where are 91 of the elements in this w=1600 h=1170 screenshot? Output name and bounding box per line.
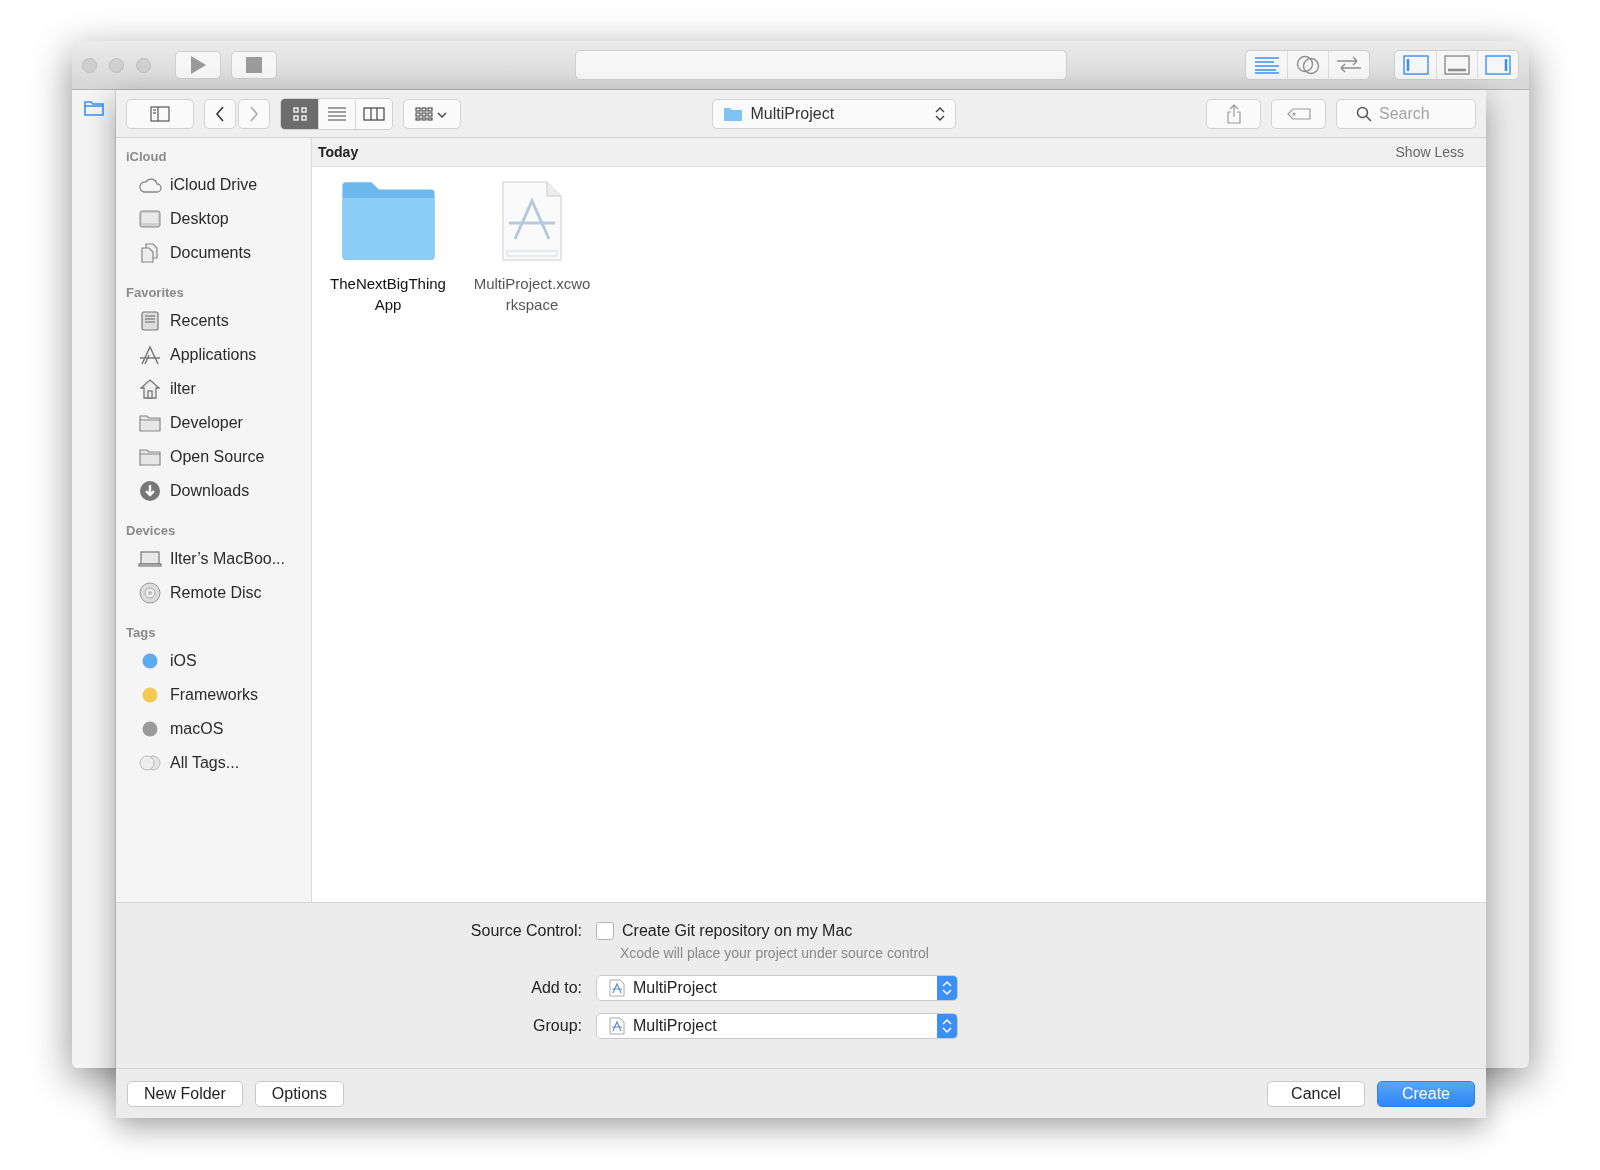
panel-icon bbox=[1402, 55, 1429, 75]
panel-icon bbox=[1485, 55, 1511, 75]
grid-icon bbox=[292, 106, 307, 121]
sidebar-section-title: iCloud bbox=[125, 148, 168, 166]
disc-icon bbox=[139, 582, 161, 604]
arrange-button[interactable] bbox=[403, 98, 461, 129]
workspace-file-icon[interactable] bbox=[501, 181, 563, 261]
sidebar-item[interactable]: Downloads bbox=[116, 474, 311, 508]
tags-icon bbox=[139, 755, 161, 771]
play-icon bbox=[189, 55, 207, 75]
sidebar-item[interactable]: Documents bbox=[116, 236, 311, 270]
tag-dot-icon bbox=[142, 653, 158, 669]
chevron-left-icon bbox=[215, 105, 225, 122]
folder-icon bbox=[139, 448, 161, 466]
share-button[interactable] bbox=[1206, 98, 1261, 129]
sidebar-item[interactable]: macOS bbox=[116, 712, 311, 746]
sidebar-item[interactable]: Desktop bbox=[116, 202, 311, 236]
folder-icon bbox=[722, 105, 743, 122]
chevron-right-icon bbox=[249, 105, 259, 122]
sidebar-item[interactable]: Recents bbox=[116, 304, 311, 338]
tray-icon bbox=[140, 311, 160, 331]
sidebar-section-title: Favorites bbox=[125, 284, 185, 302]
cloud-icon bbox=[138, 177, 162, 193]
project-file-icon bbox=[609, 1017, 625, 1035]
folder-icon[interactable] bbox=[83, 100, 104, 116]
sidebar-item[interactable]: Ilter’s MacBoo... bbox=[116, 542, 311, 576]
sidebar-item[interactable]: ilter bbox=[116, 372, 311, 406]
panel-icon bbox=[1444, 55, 1470, 75]
sidebar-item[interactable]: Applications bbox=[116, 338, 311, 372]
close-button[interactable] bbox=[82, 57, 97, 73]
stop-icon bbox=[246, 57, 262, 73]
list-icon bbox=[328, 106, 346, 121]
sidebar-item[interactable]: Developer bbox=[116, 406, 311, 440]
download-icon bbox=[139, 480, 161, 502]
file-name: TheNextBigThing App bbox=[330, 274, 446, 315]
up-down-chevron-icon bbox=[942, 980, 952, 996]
file-name: MultiProject.xcwo rkspace bbox=[473, 274, 591, 315]
project-popup[interactable]: MultiProject bbox=[596, 975, 958, 1001]
show-less-link[interactable]: Show Less bbox=[1395, 144, 1464, 160]
project-popup[interactable]: MultiProject bbox=[596, 1013, 958, 1039]
sidebar-item[interactable]: Remote Disc bbox=[116, 576, 311, 610]
tag-dot-icon bbox=[142, 687, 158, 703]
project-file-icon bbox=[609, 979, 625, 997]
view-mode-button[interactable] bbox=[318, 98, 355, 129]
house-icon bbox=[140, 379, 160, 399]
sidebar-toggle-button[interactable] bbox=[126, 98, 194, 129]
search-field[interactable]: Search bbox=[1336, 98, 1476, 129]
cancel-button[interactable]: Cancel bbox=[1267, 1080, 1365, 1107]
view-mode-button[interactable] bbox=[355, 98, 392, 129]
dialog-button[interactable]: New Folder bbox=[127, 1080, 243, 1107]
minimize-button[interactable] bbox=[109, 57, 124, 73]
columns-icon bbox=[363, 106, 385, 121]
tag-icon bbox=[1286, 107, 1311, 120]
up-down-chevron-icon bbox=[942, 1018, 952, 1034]
view-mode-button[interactable] bbox=[281, 98, 318, 129]
checkbox-label[interactable]: Create Git repository on my Mac bbox=[622, 921, 853, 941]
zoom-button[interactable] bbox=[136, 57, 151, 73]
laptop-icon bbox=[138, 551, 162, 567]
sidebar-item[interactable]: Frameworks bbox=[116, 678, 311, 712]
field-label: Source Control: bbox=[469, 921, 583, 941]
sidebar-icon bbox=[150, 105, 170, 122]
lines-icon bbox=[1253, 56, 1280, 74]
overlapping-circles-icon bbox=[1296, 55, 1320, 75]
tag-button[interactable] bbox=[1271, 98, 1326, 129]
sidebar-section-title: Devices bbox=[125, 522, 177, 540]
location-popup[interactable]: MultiProject bbox=[711, 98, 956, 129]
stop-button[interactable] bbox=[231, 51, 277, 79]
share-icon bbox=[1226, 103, 1241, 124]
folder-icon bbox=[139, 414, 161, 432]
up-down-chevron-icon bbox=[934, 105, 945, 122]
sidebar-section-title: Tags bbox=[125, 624, 157, 642]
dialog-button[interactable]: Options bbox=[254, 1080, 344, 1107]
sidebar-item[interactable]: All Tags... bbox=[116, 746, 311, 780]
run-button[interactable] bbox=[175, 51, 221, 79]
desktop-icon bbox=[139, 210, 161, 228]
swap-arrows-icon bbox=[1336, 56, 1362, 74]
arrange-icon bbox=[415, 106, 449, 121]
field-label: Group: bbox=[532, 1016, 583, 1036]
field-label: Add to: bbox=[530, 978, 583, 998]
folder-icon[interactable] bbox=[339, 181, 437, 261]
sidebar-item[interactable]: iOS bbox=[116, 644, 311, 678]
sidebar-item[interactable]: Open Source bbox=[116, 440, 311, 474]
back-button[interactable] bbox=[204, 98, 236, 129]
documents-icon bbox=[140, 243, 160, 263]
group-header: Today bbox=[318, 144, 359, 160]
sidebar-item[interactable]: iCloud Drive bbox=[116, 168, 311, 202]
tag-dot-icon bbox=[142, 721, 158, 737]
search-icon bbox=[1356, 105, 1372, 122]
applications-icon bbox=[139, 345, 161, 365]
hint-text: Xcode will place your project under source control bbox=[619, 945, 929, 961]
checkbox[interactable] bbox=[596, 922, 614, 940]
